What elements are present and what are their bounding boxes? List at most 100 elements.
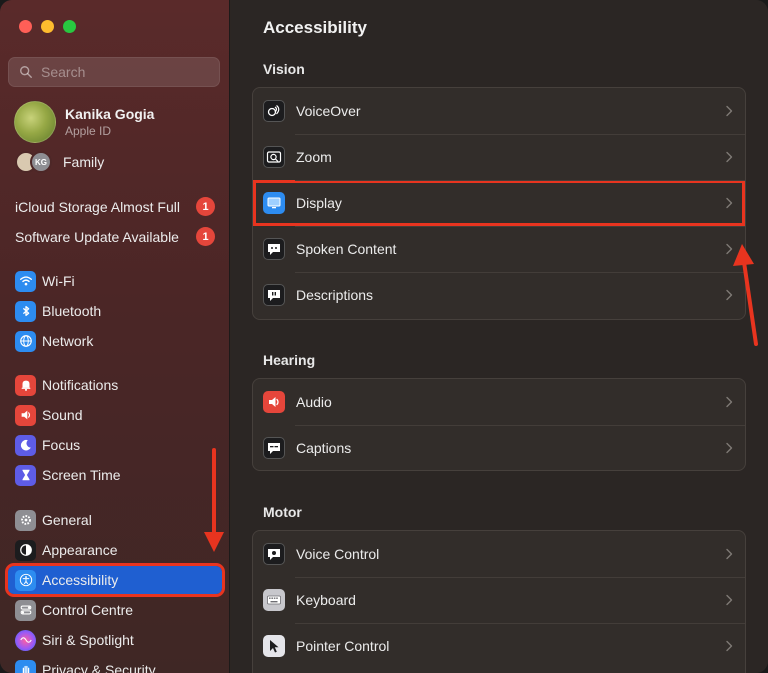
- sidebar: Kanika Gogia Apple ID KG Family iCloud S…: [0, 0, 230, 673]
- main-pane: Accessibility Vision VoiceOver Zoom Disp…: [231, 0, 768, 673]
- pointer-control-icon: [263, 635, 285, 657]
- page-title: Accessibility: [263, 18, 367, 37]
- software-update-notice[interactable]: Software Update Available 1: [15, 227, 215, 246]
- sidebar-item-label: Screen Time: [42, 467, 121, 483]
- hearing-group: Audio Captions: [252, 378, 746, 471]
- row-label: Zoom: [296, 149, 332, 165]
- captions-icon: [263, 437, 285, 459]
- sidebar-item-accessibility[interactable]: Accessibility: [5, 563, 225, 597]
- row-zoom[interactable]: Zoom: [253, 134, 745, 180]
- moon-icon: [15, 434, 36, 456]
- chevron-right-icon: [726, 594, 733, 606]
- sidebar-item-appearance[interactable]: Appearance: [8, 536, 222, 564]
- zoom-window-button[interactable]: [63, 20, 76, 33]
- chevron-right-icon: [726, 197, 733, 209]
- search-icon: [20, 66, 32, 78]
- vision-group: VoiceOver Zoom Display Spoken Content De…: [252, 87, 746, 320]
- zoom-icon: [263, 146, 285, 168]
- avatar: [14, 101, 56, 143]
- bell-icon: [15, 374, 36, 396]
- section-heading-vision: Vision: [263, 61, 305, 77]
- chevron-right-icon: [726, 548, 733, 560]
- notification-badge: 1: [196, 227, 215, 246]
- descriptions-icon: [263, 284, 285, 306]
- notice-label: iCloud Storage Almost Full: [15, 198, 180, 215]
- accessibility-icon: [15, 569, 36, 591]
- sidebar-item-general[interactable]: General: [8, 506, 222, 534]
- notice-label: Software Update Available: [15, 228, 179, 245]
- sidebar-item-control-centre[interactable]: Control Centre: [8, 596, 222, 624]
- row-pointer-control[interactable]: Pointer Control: [253, 623, 745, 669]
- settings-window: Kanika Gogia Apple ID KG Family iCloud S…: [0, 0, 768, 673]
- chevron-right-icon: [726, 640, 733, 652]
- sidebar-item-label: Notifications: [42, 377, 119, 393]
- speaker-icon: [15, 404, 36, 426]
- sidebar-item-label: General: [42, 512, 92, 528]
- row-display[interactable]: Display: [253, 180, 745, 226]
- profile-name: Kanika Gogia: [65, 106, 155, 122]
- sidebar-item-sound[interactable]: Sound: [8, 401, 222, 429]
- section-heading-motor: Motor: [263, 504, 302, 520]
- control-centre-icon: [15, 599, 36, 621]
- sidebar-item-label: Appearance: [42, 542, 118, 558]
- family-label: Family: [63, 154, 105, 170]
- family-initials-avatar: KG: [30, 151, 52, 173]
- row-label: Display: [296, 195, 342, 211]
- row-label: Voice Control: [296, 546, 380, 562]
- search-input[interactable]: [41, 64, 211, 80]
- sidebar-item-screen-time[interactable]: Screen Time: [8, 461, 222, 489]
- voiceover-icon: [263, 100, 285, 122]
- hand-icon: [15, 659, 36, 673]
- globe-icon: [15, 330, 36, 352]
- chevron-right-icon: [726, 396, 733, 408]
- sidebar-item-label: Control Centre: [42, 602, 134, 618]
- sidebar-item-siri-spotlight[interactable]: Siri & Spotlight: [8, 626, 222, 654]
- keyboard-icon: [263, 589, 285, 611]
- row-voiceover[interactable]: VoiceOver: [253, 88, 745, 134]
- notification-badge: 1: [196, 197, 215, 216]
- icloud-storage-notice[interactable]: iCloud Storage Almost Full 1: [15, 197, 215, 216]
- sidebar-item-label: Wi-Fi: [42, 273, 75, 289]
- spoken-content-icon: [263, 238, 285, 260]
- audio-icon: [263, 391, 285, 413]
- search-field[interactable]: [8, 57, 220, 87]
- row-label: Spoken Content: [296, 241, 397, 257]
- bluetooth-icon: [15, 300, 36, 322]
- section-heading-hearing: Hearing: [263, 352, 316, 368]
- chevron-right-icon: [726, 151, 733, 163]
- gear-icon: [15, 509, 36, 531]
- row-spoken-content[interactable]: Spoken Content: [253, 226, 745, 272]
- appearance-icon: [15, 539, 36, 561]
- row-descriptions[interactable]: Descriptions: [253, 272, 745, 318]
- row-captions[interactable]: Captions: [253, 425, 745, 470]
- row-label: Captions: [296, 440, 352, 456]
- family-item[interactable]: KG Family: [15, 151, 104, 173]
- row-label: Audio: [296, 394, 332, 410]
- sidebar-item-focus[interactable]: Focus: [8, 431, 222, 459]
- wifi-icon: [15, 270, 36, 292]
- motor-group: Voice Control Keyboard Pointer Control: [252, 530, 746, 673]
- row-audio[interactable]: Audio: [253, 379, 745, 425]
- sidebar-item-network[interactable]: Network: [8, 327, 222, 355]
- row-voice-control[interactable]: Voice Control: [253, 531, 745, 577]
- sidebar-item-notifications[interactable]: Notifications: [8, 371, 222, 399]
- sidebar-item-privacy-security[interactable]: Privacy & Security: [8, 656, 222, 673]
- hourglass-icon: [15, 464, 36, 486]
- sidebar-item-label: Bluetooth: [42, 303, 102, 319]
- voice-control-icon: [263, 543, 285, 565]
- annotation-arrow-down: [204, 448, 224, 552]
- apple-id-profile[interactable]: Kanika Gogia Apple ID: [14, 101, 154, 143]
- sidebar-item-label: Network: [42, 333, 94, 349]
- annotation-arrow-up: [733, 244, 758, 346]
- close-window-button[interactable]: [19, 20, 32, 33]
- sidebar-item-wifi[interactable]: Wi-Fi: [8, 267, 222, 295]
- row-keyboard[interactable]: Keyboard: [253, 577, 745, 623]
- sidebar-item-label: Accessibility: [42, 572, 119, 588]
- siri-icon: [15, 629, 36, 651]
- chevron-right-icon: [726, 105, 733, 117]
- row-label: Keyboard: [296, 592, 356, 608]
- row-label: Pointer Control: [296, 638, 390, 654]
- sidebar-item-bluetooth[interactable]: Bluetooth: [8, 297, 222, 325]
- sidebar-item-label: Sound: [42, 407, 83, 423]
- minimize-window-button[interactable]: [41, 20, 54, 33]
